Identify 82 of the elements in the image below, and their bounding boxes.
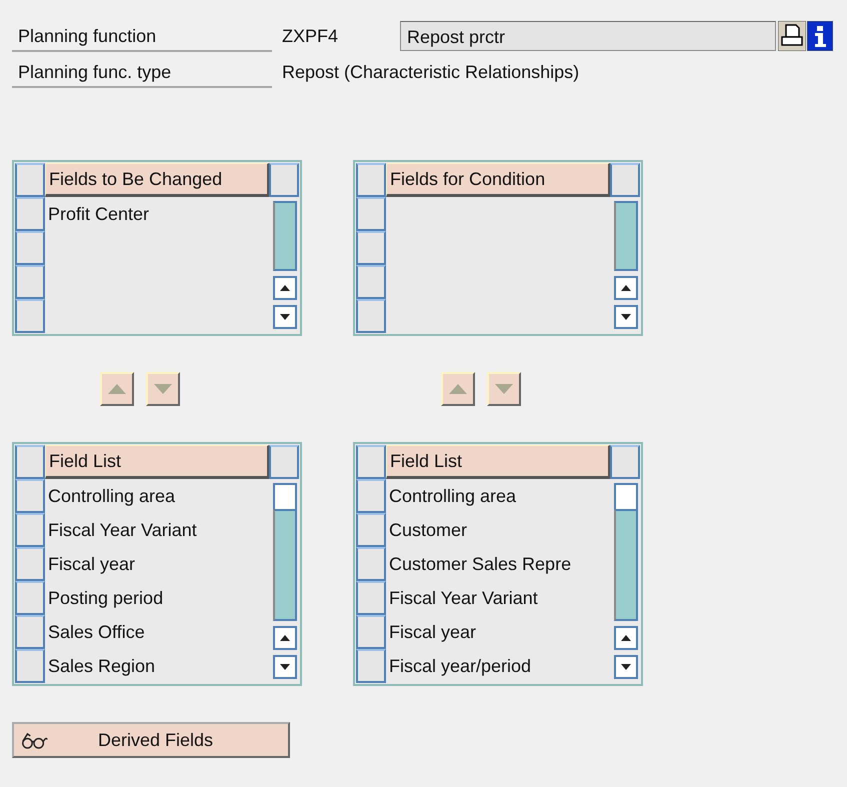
list-item[interactable]: Sales Office [45, 615, 270, 649]
list-item[interactable]: Customer Sales Repre [386, 547, 611, 581]
row-selector[interactable] [356, 265, 386, 299]
row-selector[interactable] [356, 649, 386, 683]
row-selector[interactable] [356, 615, 386, 649]
row-selector[interactable] [15, 615, 45, 649]
row-selector[interactable] [356, 479, 386, 513]
list-item[interactable]: Customer [386, 513, 611, 547]
list-item[interactable]: Controlling area [386, 479, 611, 513]
up-arrow-icon [449, 384, 467, 394]
header-corner [610, 445, 640, 479]
list-item[interactable]: Fiscal Year Variant [386, 581, 611, 615]
field-value: ZXPF4 [282, 26, 340, 46]
list-item[interactable]: Profit Center [45, 197, 270, 231]
scroll-up-button[interactable] [614, 626, 638, 650]
header-corner [269, 163, 299, 197]
row-selector[interactable] [15, 479, 45, 513]
down-arrow-icon [154, 384, 172, 394]
row-selector[interactable] [356, 513, 386, 547]
down-arrow-icon [495, 384, 513, 394]
list-item[interactable]: Controlling area [45, 479, 270, 513]
list-item[interactable]: Fiscal year/period [386, 649, 611, 683]
scroll-down-button[interactable] [614, 655, 638, 679]
list-item[interactable]: Fiscal year [386, 615, 611, 649]
row-selector[interactable] [15, 265, 45, 299]
up-arrow-icon [280, 635, 290, 641]
list-item[interactable]: Posting period [45, 581, 270, 615]
info-icon[interactable] [807, 21, 833, 51]
scroll-down-button[interactable] [272, 655, 296, 679]
column-header[interactable]: Field List [45, 445, 269, 479]
list-item[interactable]: Sales Region [45, 649, 270, 683]
row-selector[interactable] [15, 163, 45, 197]
row-selector[interactable] [356, 231, 386, 265]
row-selector[interactable] [356, 445, 386, 479]
scroll-track[interactable] [614, 201, 638, 271]
scroll-up-button[interactable] [272, 276, 296, 300]
row-selector[interactable] [15, 547, 45, 581]
down-arrow-icon [620, 314, 630, 320]
move-down-button[interactable] [146, 372, 180, 406]
row-selector[interactable] [15, 581, 45, 615]
row-selector[interactable] [356, 197, 386, 231]
scroll-down-button[interactable] [614, 305, 638, 329]
row-selector[interactable] [15, 445, 45, 479]
row-selector[interactable] [356, 163, 386, 197]
row-selector[interactable] [15, 231, 45, 265]
glasses-icon [20, 730, 48, 750]
scroll-thumb[interactable] [614, 483, 638, 509]
up-arrow-icon [620, 285, 630, 291]
up-arrow-icon [620, 635, 630, 641]
row-selector[interactable] [15, 649, 45, 683]
row-selector[interactable] [356, 581, 386, 615]
row-selector[interactable] [356, 299, 386, 333]
description-field: Repost prctr [400, 21, 776, 51]
column-header[interactable]: Fields to Be Changed [45, 163, 269, 197]
down-arrow-icon [280, 664, 290, 670]
list-item[interactable]: Fiscal Year Variant [45, 513, 270, 547]
down-arrow-icon [280, 314, 290, 320]
scroll-down-button[interactable] [272, 305, 296, 329]
row-selector[interactable] [15, 197, 45, 231]
header-corner [269, 445, 299, 479]
column-header[interactable]: Field List [386, 445, 610, 479]
derived-fields-button[interactable]: Derived Fields [12, 722, 290, 758]
move-down-button[interactable] [487, 372, 521, 406]
row-selector[interactable] [15, 299, 45, 333]
field-label: Planning func. type [12, 56, 272, 88]
print-icon[interactable] [778, 21, 806, 51]
field-value: Repost (Characteristic Relationships) [282, 62, 580, 82]
scroll-up-button[interactable] [272, 626, 296, 650]
header-corner [610, 163, 640, 197]
list-item[interactable]: Fiscal year [45, 547, 270, 581]
down-arrow-icon [620, 664, 630, 670]
up-arrow-icon [280, 285, 290, 291]
move-up-button[interactable] [441, 372, 475, 406]
scroll-track[interactable] [272, 201, 296, 271]
scroll-thumb[interactable] [272, 483, 296, 509]
up-arrow-icon [108, 384, 126, 394]
row-selector[interactable] [15, 513, 45, 547]
column-header[interactable]: Fields for Condition [386, 163, 610, 197]
move-up-button[interactable] [100, 372, 134, 406]
scroll-up-button[interactable] [614, 276, 638, 300]
row-selector[interactable] [356, 547, 386, 581]
field-label: Planning function [12, 20, 272, 52]
